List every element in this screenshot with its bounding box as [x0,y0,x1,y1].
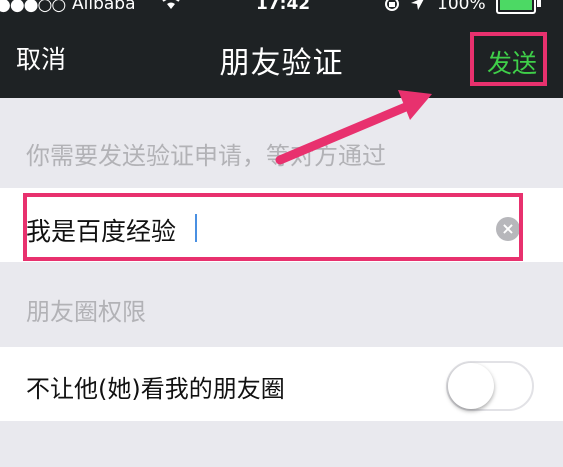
annotation-arrow-icon [275,90,432,165]
annotation-arrow-shaft [275,101,413,165]
